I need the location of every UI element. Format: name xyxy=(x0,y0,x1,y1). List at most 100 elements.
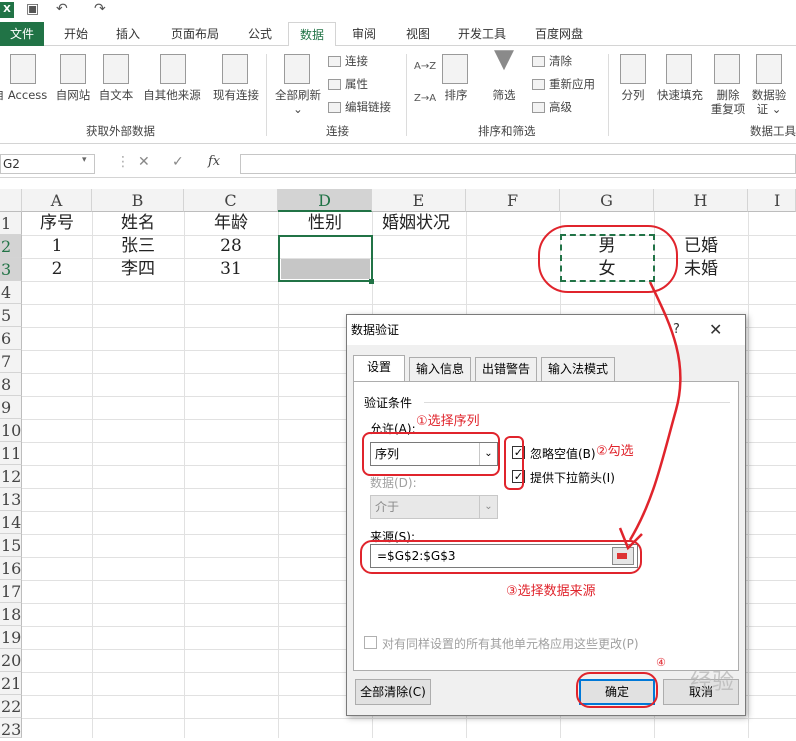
from-text-button[interactable]: 自文本 xyxy=(95,88,137,102)
tab-file[interactable]: 文件 xyxy=(0,22,44,46)
watermark-text: 经验 xyxy=(690,670,735,695)
formula-input[interactable] xyxy=(240,154,796,174)
flash-fill-button[interactable]: 快速填充 xyxy=(652,88,708,102)
cell-d1[interactable]: 性别 xyxy=(278,212,372,235)
row-header[interactable]: 14 xyxy=(0,511,22,534)
insert-function-icon[interactable]: fx xyxy=(208,154,220,169)
row-header[interactable]: 2 xyxy=(0,235,22,258)
existing-connections-button[interactable]: 现有连接 xyxy=(208,88,264,102)
sort-az-button[interactable]: A→Z xyxy=(414,60,436,74)
redo-icon[interactable]: ↷ xyxy=(94,1,106,17)
connections-button[interactable]: 连接 xyxy=(328,54,368,68)
row-header[interactable]: 17 xyxy=(0,580,22,603)
cell-a3[interactable]: 2 xyxy=(22,258,92,281)
row-header[interactable]: 6 xyxy=(0,327,22,350)
cell-b3[interactable]: 李四 xyxy=(92,258,184,281)
data-validation-button[interactable]: 数据验证 ⌄ xyxy=(748,88,790,116)
close-icon[interactable]: ✕ xyxy=(709,315,722,345)
tab-formulas[interactable]: 公式 xyxy=(238,22,282,46)
row-header[interactable]: 18 xyxy=(0,603,22,626)
text-to-columns-button[interactable]: 分列 xyxy=(614,88,652,102)
row-header[interactable]: 10 xyxy=(0,419,22,442)
row-header[interactable]: 5 xyxy=(0,304,22,327)
sort-button[interactable]: 排序 xyxy=(436,88,476,102)
cell-b1[interactable]: 姓名 xyxy=(92,212,184,235)
clear-all-button[interactable]: 全部清除(C) xyxy=(355,679,431,705)
filter-button[interactable]: 筛选 xyxy=(484,88,524,102)
tab-review[interactable]: 审阅 xyxy=(342,22,386,46)
cell-b2[interactable]: 张三 xyxy=(92,235,184,258)
other-sources-icon xyxy=(160,54,186,84)
refresh-all-button[interactable]: 全部刷新 ⌄ xyxy=(270,88,326,116)
data-validation-icon xyxy=(756,54,782,84)
save-icon[interactable]: ▣ xyxy=(26,1,39,17)
cell-c3[interactable]: 31 xyxy=(184,258,278,281)
properties-button[interactable]: 属性 xyxy=(328,77,368,91)
row-header[interactable]: 20 xyxy=(0,649,22,672)
from-access-button[interactable]: 自 Access xyxy=(0,88,48,102)
row-header[interactable]: 13 xyxy=(0,488,22,511)
row-header[interactable]: 19 xyxy=(0,626,22,649)
section-title: 验证条件 xyxy=(364,396,413,410)
row-header[interactable]: 1 xyxy=(0,212,22,235)
tab-developer[interactable]: 开发工具 xyxy=(448,22,516,46)
tab-input-message[interactable]: 输入信息 xyxy=(409,357,471,381)
column-header[interactable]: E xyxy=(372,189,466,212)
row-header[interactable]: 11 xyxy=(0,442,22,465)
help-icon[interactable]: ? xyxy=(673,315,680,345)
tab-error-alert[interactable]: 出错警告 xyxy=(475,357,537,381)
column-header[interactable]: I xyxy=(748,189,796,212)
reapply-button[interactable]: 重新应用 xyxy=(532,77,595,91)
advanced-button[interactable]: 高级 xyxy=(532,100,572,114)
row-header[interactable]: 8 xyxy=(0,373,22,396)
fill-handle[interactable] xyxy=(369,279,374,284)
sort-za-button[interactable]: Z→A xyxy=(414,92,436,106)
column-header[interactable]: G xyxy=(560,189,654,212)
data-select-value: 介于 xyxy=(375,500,400,514)
tab-insert[interactable]: 插入 xyxy=(106,22,150,46)
enter-formula-icon[interactable]: ✓ xyxy=(172,154,184,170)
row-header[interactable]: 16 xyxy=(0,557,22,580)
tab-baidu-pan[interactable]: 百度网盘 xyxy=(524,22,594,46)
column-header[interactable]: A xyxy=(22,189,92,212)
remove-duplicates-label-2: 重复项 xyxy=(710,102,746,116)
cell-c1[interactable]: 年龄 xyxy=(184,212,278,235)
row-header[interactable]: 23 xyxy=(0,718,22,739)
tab-settings[interactable]: 设置 xyxy=(353,355,405,382)
tab-page-layout[interactable]: 页面布局 xyxy=(160,22,230,46)
row-header[interactable]: 15 xyxy=(0,534,22,557)
tab-view[interactable]: 视图 xyxy=(396,22,440,46)
cell-c2[interactable]: 28 xyxy=(184,235,278,258)
select-all-corner[interactable] xyxy=(0,189,22,212)
edit-links-button[interactable]: 编辑链接 xyxy=(328,100,391,114)
clear-button[interactable]: 清除 xyxy=(532,54,572,68)
tab-home[interactable]: 开始 xyxy=(54,22,98,46)
column-header[interactable]: B xyxy=(92,189,184,212)
row-header[interactable]: 3 xyxy=(0,258,22,281)
row-header[interactable]: 4 xyxy=(0,281,22,304)
refresh-all-label: 全部刷新 xyxy=(275,88,321,102)
undo-icon[interactable]: ↶ xyxy=(56,1,68,17)
cell-a2[interactable]: 1 xyxy=(22,235,92,258)
cell-e1[interactable]: 婚姻状况 xyxy=(372,212,466,235)
row-header[interactable]: 9 xyxy=(0,396,22,419)
row-header[interactable]: 7 xyxy=(0,350,22,373)
annotation-step3: ③选择数据来源 xyxy=(506,584,596,599)
remove-duplicates-button[interactable]: 删除 重复项 xyxy=(708,88,748,116)
column-header[interactable]: F xyxy=(466,189,560,212)
row-header[interactable]: 22 xyxy=(0,695,22,718)
name-box[interactable]: G2 xyxy=(0,154,95,174)
tab-data[interactable]: 数据 xyxy=(288,22,336,47)
column-header[interactable]: D xyxy=(278,189,372,212)
from-other-sources-button[interactable]: 自其他来源 xyxy=(138,88,206,102)
column-header[interactable]: C xyxy=(184,189,278,212)
remove-duplicates-label-1: 删除 xyxy=(716,88,740,102)
column-header[interactable]: H xyxy=(654,189,748,212)
from-web-button[interactable]: 自网站 xyxy=(52,88,94,102)
row-header[interactable]: 12 xyxy=(0,465,22,488)
tab-ime-mode[interactable]: 输入法模式 xyxy=(541,357,615,381)
row-header[interactable]: 21 xyxy=(0,672,22,695)
cancel-formula-icon[interactable]: ✕ xyxy=(138,154,150,170)
cell-a1[interactable]: 序号 xyxy=(22,212,92,235)
name-box-dropdown-icon[interactable]: ▾ xyxy=(82,155,87,165)
